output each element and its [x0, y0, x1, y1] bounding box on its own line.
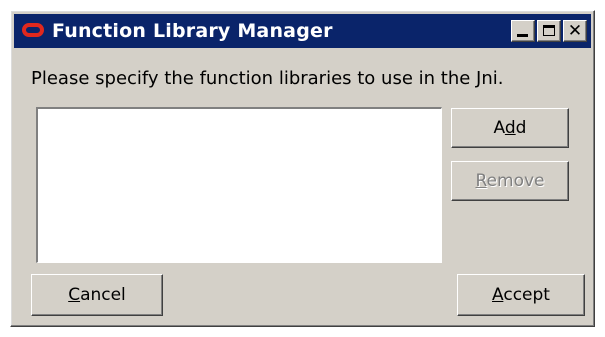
close-button[interactable]: ✕: [563, 20, 587, 42]
function-library-list[interactable]: [36, 107, 442, 263]
cancel-button-label: Cancel: [68, 285, 126, 305]
accept-button-label: Accept: [492, 285, 550, 305]
oracle-logo-icon: [22, 23, 44, 37]
minimize-button[interactable]: [511, 20, 535, 42]
title-bar[interactable]: Function Library Manager ✕: [14, 14, 591, 48]
add-button[interactable]: Add: [451, 108, 569, 148]
window-title: Function Library Manager: [52, 20, 333, 42]
accept-button[interactable]: Accept: [457, 274, 585, 316]
function-library-manager-dialog: Function Library Manager ✕ Please specif…: [10, 10, 595, 327]
remove-button[interactable]: Remove: [451, 161, 569, 201]
minimize-icon: [517, 34, 528, 37]
instruction-text: Please specify the function libraries to…: [31, 68, 504, 89]
maximize-icon: [543, 25, 555, 36]
remove-button-label: Remove: [475, 171, 545, 191]
cancel-button[interactable]: Cancel: [31, 274, 163, 316]
close-icon: ✕: [567, 21, 583, 41]
add-button-label: Add: [493, 118, 527, 138]
maximize-button[interactable]: [537, 20, 561, 42]
